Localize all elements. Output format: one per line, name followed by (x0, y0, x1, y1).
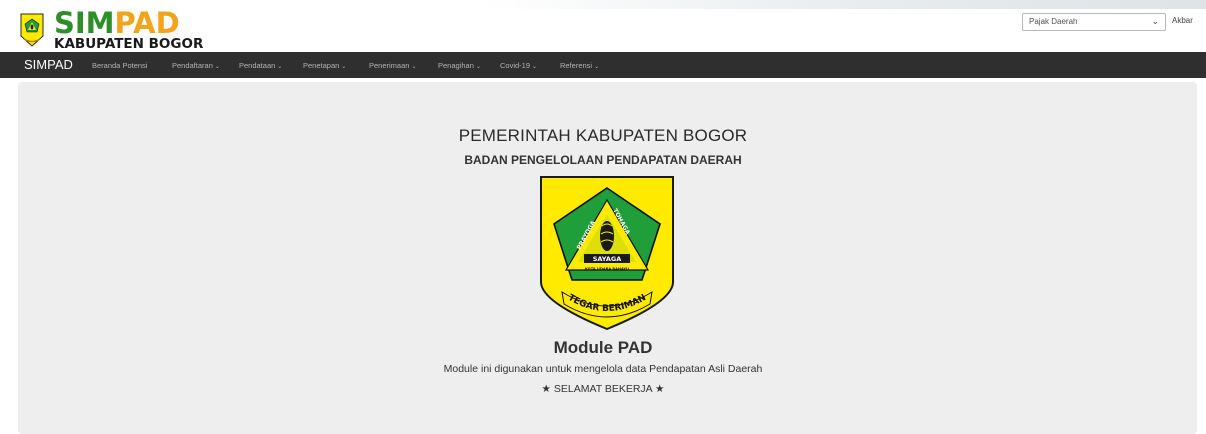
nav-item-label: Beranda Potensi (92, 61, 148, 70)
brand-subtitle: KABUPATEN BOGOR (54, 36, 204, 52)
agency-title: BADAN PENGELOLAAN PENDAPATAN DAERAH (464, 153, 742, 167)
caret-down-icon: ⌄ (214, 64, 220, 70)
caret-down-icon: ⌄ (411, 64, 417, 70)
caret-down-icon: ⌄ (532, 64, 538, 70)
nav-item-label: Pendataan (239, 61, 276, 70)
brand-title-sim: SIM (54, 6, 115, 40)
caret-down-icon: ⌄ (341, 64, 347, 70)
nav-item-label: Pendaftaran (172, 61, 213, 70)
nav-item-label: Penetapan (303, 61, 340, 70)
nav-item-label: Penagihan (438, 61, 474, 70)
tax-type-select[interactable]: Pajak Daerah ⌄ (1022, 13, 1166, 31)
bogor-regency-emblem: SAYAGA KOTA UDARA RAHAYU PRAYOGA TOHAGA … (540, 176, 674, 331)
nav-item-label: Covid-19 (500, 61, 531, 70)
brand-logo[interactable]: SIMPAD KABUPATEN BOGOR (54, 9, 204, 52)
emblem-band-text: KOTA UDARA RAHAYU (585, 267, 629, 271)
nav-item-covid-19[interactable]: Covid-19 ⌄ (500, 61, 537, 70)
brand-title: SIMPAD (54, 9, 203, 38)
nav-item-beranda-potensi[interactable]: Beranda Potensi (92, 61, 147, 70)
navbar: SIMPAD Beranda Potensi Pendaftaran ⌄ Pend… (0, 52, 1206, 78)
nav-item-penetapan[interactable]: Penetapan ⌄ (303, 61, 346, 70)
government-title: PEMERINTAH KABUPATEN BOGOR (458, 126, 748, 145)
navbar-brand[interactable]: SIMPAD (24, 57, 73, 72)
bogor-emblem-small-icon[interactable] (20, 13, 44, 47)
nav-item-penerimaan[interactable]: Penerimaan ⌄ (369, 61, 416, 70)
caret-down-icon: ⌄ (277, 64, 283, 70)
greeting-text: ★ SELAMAT BEKERJA ★ (541, 383, 665, 395)
nav-item-pendaftaran[interactable]: Pendaftaran ⌄ (172, 61, 220, 70)
header-topline (0, 0, 1206, 9)
caret-down-icon: ⌄ (594, 64, 600, 70)
brand-title-pad: PAD (114, 6, 180, 40)
tax-type-select-value: Pajak Daerah (1029, 17, 1078, 26)
nav-item-referensi[interactable]: Referensi ⌄ (560, 61, 599, 70)
emblem-center-text: SAYAGA (593, 255, 622, 263)
user-name[interactable]: Akbar (1172, 16, 1193, 25)
nav-item-pendataan[interactable]: Pendataan ⌄ (239, 61, 282, 70)
chevron-down-icon: ⌄ (1151, 16, 1159, 26)
module-description: Module ini digunakan untuk mengelola dat… (443, 363, 763, 375)
nav-item-label: Penerimaan (369, 61, 410, 70)
header: SIMPAD KABUPATEN BOGOR Pajak Daerah ⌄ Ak… (0, 0, 1206, 52)
nav-item-label: Referensi (560, 61, 593, 70)
nav-item-penagihan[interactable]: Penagihan ⌄ (438, 61, 481, 70)
caret-down-icon: ⌄ (475, 64, 481, 70)
module-title: Module PAD (553, 338, 653, 357)
